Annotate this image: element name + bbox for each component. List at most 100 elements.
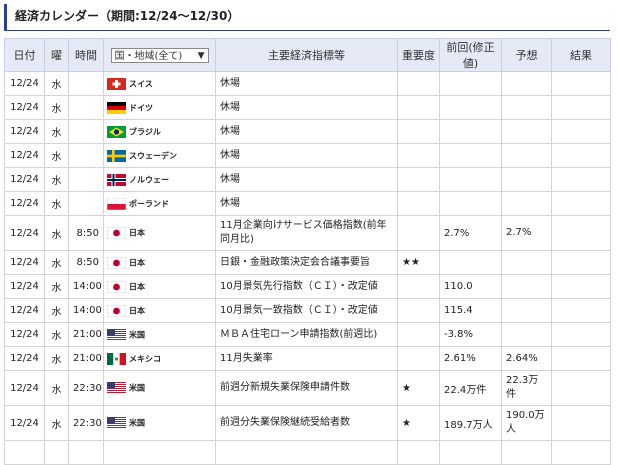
cell-forecast <box>501 298 552 323</box>
cell-indicator: 休場 <box>215 119 398 144</box>
cell-forecast <box>501 167 552 192</box>
cell-importance <box>397 322 440 347</box>
cell-day-of-week: 水 <box>44 119 69 144</box>
cell-forecast <box>501 191 552 216</box>
cell-previous <box>439 95 502 120</box>
country-name: 米国 <box>129 418 145 428</box>
cell-indicator: 前週分新規失業保険申請件数 <box>215 370 398 406</box>
cell-previous <box>439 440 502 465</box>
cell-date: 12/24 <box>4 71 45 96</box>
cell-indicator: 休場 <box>215 95 398 120</box>
table-row: 12/24 水 ポーランド 休場 <box>4 191 611 216</box>
cell-time: 22:30 <box>68 370 104 406</box>
cell-time <box>68 95 104 120</box>
header-forecast: 予想 <box>501 38 552 72</box>
table-row: 12/24 水 スイス 休場 <box>4 71 611 96</box>
cell-result <box>551 167 611 192</box>
brazil-flag-icon <box>107 125 126 138</box>
table-row: 12/24 水 14:00 日本 10月景気先行指数（ＣＩ）・改定値 110.0 <box>4 274 611 299</box>
cell-time <box>68 119 104 144</box>
cell-day-of-week: 水 <box>44 143 69 168</box>
header-country: 国・地域(全て) ▼ <box>103 38 216 72</box>
table-row: 12/24 水 ドイツ 休場 <box>4 95 611 120</box>
cell-date <box>4 440 45 465</box>
cell-forecast <box>501 322 552 347</box>
cell-previous <box>439 167 502 192</box>
cell-time <box>68 143 104 168</box>
header-indicator: 主要経済指標等 <box>215 38 398 72</box>
cell-time <box>68 71 104 96</box>
cell-result <box>551 405 611 441</box>
cell-forecast <box>501 119 552 144</box>
country-name: 米国 <box>129 383 145 393</box>
cell-country: 米国 <box>103 405 216 441</box>
table-row <box>4 440 611 465</box>
cell-time: 8:50 <box>68 250 104 275</box>
cell-importance: ★★ <box>397 250 440 275</box>
japan-flag-icon <box>107 256 126 269</box>
cell-date: 12/24 <box>4 119 45 144</box>
cell-importance <box>397 95 440 120</box>
cell-time <box>68 167 104 192</box>
country-name: メキシコ <box>129 354 161 363</box>
mexico-flag-icon <box>107 352 126 365</box>
cell-country: スイス <box>103 71 216 96</box>
country-name: 日本 <box>129 258 145 267</box>
country-name: 日本 <box>129 282 145 291</box>
cell-result <box>551 143 611 168</box>
norway-flag-icon <box>107 173 126 186</box>
table-row: 12/24 水 14:00 日本 10月景気一致指数（ＣＩ）・改定値 115.4 <box>4 298 611 323</box>
poland-flag-icon <box>107 197 126 210</box>
cell-previous: 189.7万人 <box>439 405 502 441</box>
cell-importance <box>397 274 440 299</box>
cell-country: スウェーデン <box>103 143 216 168</box>
cell-day-of-week: 水 <box>44 71 69 96</box>
usa-flag-icon <box>107 382 126 394</box>
cell-forecast <box>501 274 552 299</box>
cell-previous: 2.61% <box>439 346 502 371</box>
country-name: ブラジル <box>129 127 161 136</box>
table-row: 12/24 水 21:00 米国 ＭＢＡ住宅ローン申請指数(前週比) -3.8% <box>4 322 611 347</box>
cell-result <box>551 215 611 251</box>
cell-country: 日本 <box>103 250 216 275</box>
header-row: 日付 曜 時間 国・地域(全て) ▼ 主要経済指標等 重要度 前回(修正値) 予… <box>4 38 611 72</box>
cell-result <box>551 71 611 96</box>
cell-day-of-week: 水 <box>44 346 69 371</box>
table-row: 12/24 水 22:30 米国 前週分失業保険継続受給者数 ★ 189.7万人 190.0万… <box>4 405 611 441</box>
cell-day-of-week: 水 <box>44 191 69 216</box>
cell-time: 8:50 <box>68 215 104 251</box>
cell-country: ノルウェー <box>103 167 216 192</box>
cell-country: メキシコ <box>103 346 216 371</box>
japan-flag-icon <box>107 227 126 239</box>
cell-date: 12/24 <box>4 405 45 441</box>
table-row: 12/24 水 8:50 日本 11月企業向けサービス価格指数(前年同月比) 2.7% 2.… <box>4 215 611 251</box>
cell-importance <box>397 191 440 216</box>
cell-day-of-week: 水 <box>44 250 69 275</box>
cell-indicator: 休場 <box>215 143 398 168</box>
cell-forecast: 22.3万件 <box>501 370 552 406</box>
cell-previous <box>439 71 502 96</box>
cell-result <box>551 119 611 144</box>
cell-previous <box>439 119 502 144</box>
page-title-bar: 経済カレンダー（期間:12/24〜12/30） <box>4 4 610 31</box>
usa-flag-icon <box>107 417 126 429</box>
switzerland-flag-icon <box>107 77 126 90</box>
cell-time: 14:00 <box>68 298 104 323</box>
cell-date: 12/24 <box>4 95 45 120</box>
country-name: 米国 <box>129 330 145 339</box>
country-name: ポーランド <box>129 199 169 208</box>
cell-indicator: 日銀・金融政策決定会合議事要旨 <box>215 250 398 275</box>
cell-time: 22:30 <box>68 405 104 441</box>
cell-day-of-week: 水 <box>44 95 69 120</box>
cell-time <box>68 440 104 465</box>
cell-day-of-week: 水 <box>44 298 69 323</box>
sweden-flag-icon <box>107 149 126 162</box>
cell-result <box>551 191 611 216</box>
cell-day-of-week: 水 <box>44 215 69 251</box>
cell-previous: 110.0 <box>439 274 502 299</box>
cell-importance <box>397 298 440 323</box>
country-name: 日本 <box>129 228 145 238</box>
cell-result <box>551 95 611 120</box>
country-filter-select[interactable]: 国・地域(全て) ▼ <box>110 47 209 63</box>
cell-indicator: ＭＢＡ住宅ローン申請指数(前週比) <box>215 322 398 347</box>
